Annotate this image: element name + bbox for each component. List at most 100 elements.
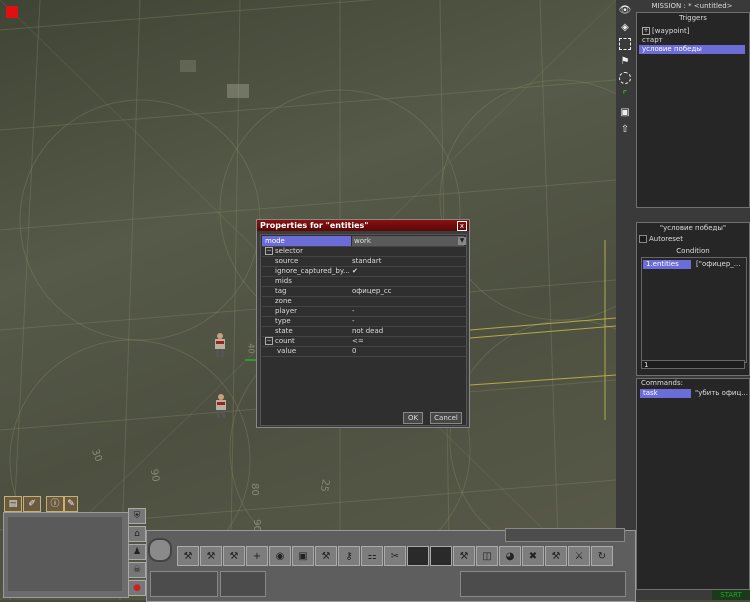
commands-box: Commands: task "убить офиц... — [636, 378, 750, 590]
pliers-icon[interactable]: ⚒ — [453, 546, 475, 566]
plus-icon[interactable]: + — [246, 546, 268, 566]
autoreset-row[interactable]: Autoreset — [639, 235, 683, 244]
command-key[interactable]: task — [640, 389, 691, 398]
triggers-title: Triggers — [679, 14, 707, 22]
condition-row[interactable]: 1.entities ["офицер_... — [643, 260, 745, 269]
property-grid: mode work ▼ − selector source standart i… — [260, 234, 467, 426]
property-key: selector — [275, 247, 303, 255]
signpost-icon[interactable]: ⚏ — [361, 546, 383, 566]
trigger-item[interactable]: + [waypoint] — [639, 27, 745, 36]
brush-tool-icon[interactable]: ✐ — [23, 496, 41, 512]
crossed-tools-icon[interactable]: ✖ — [522, 546, 544, 566]
empty-slot[interactable] — [430, 546, 452, 566]
select-area-icon[interactable] — [618, 37, 632, 51]
truck-icon[interactable]: ▣ — [292, 546, 314, 566]
property-key: state — [275, 327, 293, 335]
property-value[interactable]: офицер_сс — [352, 286, 392, 296]
map-marker-icon — [6, 6, 18, 18]
soldier-unit-2[interactable] — [214, 394, 228, 418]
property-key: mids — [275, 277, 292, 285]
property-value[interactable]: - — [352, 316, 355, 326]
property-value[interactable]: 0 — [352, 346, 356, 356]
flag-icon[interactable]: ⚑ — [618, 54, 632, 68]
barrel-icon[interactable]: ◫ — [476, 546, 498, 566]
eraser-icon[interactable]: ◈ — [618, 20, 632, 34]
property-value[interactable]: - — [352, 306, 355, 316]
trigger-item[interactable]: старт — [639, 36, 745, 45]
command-row[interactable]: task "убить офиц... — [640, 389, 749, 398]
rotate-knob[interactable] — [148, 538, 172, 562]
expand-icon[interactable]: + — [642, 27, 650, 35]
autoreset-label: Autoreset — [649, 235, 683, 243]
property-key: type — [275, 317, 291, 325]
property-value[interactable]: not dead — [352, 326, 383, 336]
crossed-weapons-icon[interactable]: ⚔ — [568, 546, 590, 566]
scale-label: 90 — [147, 468, 161, 483]
property-row-value[interactable]: value 0 — [262, 346, 467, 357]
top-right-tab[interactable] — [505, 528, 625, 542]
arrow-up-icon[interactable]: ⇧ — [618, 122, 632, 136]
collapse-icon[interactable]: − — [265, 247, 273, 255]
property-key: zone — [275, 297, 292, 305]
property-key: value — [277, 347, 297, 355]
mission-header: MISSION : * <untitled> — [636, 2, 748, 11]
helmet-icon[interactable]: ◕ — [499, 546, 521, 566]
condition-key[interactable]: 1.entities — [643, 260, 691, 269]
property-key: mode — [262, 236, 351, 246]
close-icon[interactable]: x — [457, 221, 467, 231]
condition-value[interactable]: ["офицер_... — [693, 260, 748, 269]
condition-list[interactable]: 1.entities ["офицер_... — [641, 257, 747, 363]
cancel-button[interactable]: Cancel — [430, 412, 462, 424]
ok-button[interactable]: OK — [403, 412, 423, 424]
axe-icon[interactable]: ⚒ — [545, 546, 567, 566]
properties-dialog: Properties for "entities" x mode work ▼ … — [256, 219, 470, 428]
status-field-2 — [220, 571, 266, 597]
wrench-icon[interactable]: ⚒ — [177, 546, 199, 566]
dialog-title[interactable]: Properties for "entities" — [257, 220, 469, 231]
check-icon[interactable]: ✔ — [352, 266, 358, 276]
tools-icon[interactable]: ⚒ — [315, 546, 337, 566]
property-key: tag — [275, 287, 287, 295]
camera-icon[interactable]: ▣ — [618, 105, 632, 119]
empty-slot[interactable] — [407, 546, 429, 566]
condition-title: Condition — [676, 247, 710, 255]
pen-tool-icon[interactable]: ✎ — [64, 496, 78, 512]
commands-title: Commands: — [641, 379, 683, 387]
start-button[interactable]: START — [712, 590, 750, 600]
condition-input[interactable]: 1 — [641, 360, 745, 369]
circle-zone-icon[interactable] — [618, 71, 632, 85]
mode-select[interactable]: work — [352, 236, 464, 246]
minimap[interactable] — [8, 517, 122, 591]
house-icon[interactable]: ⌂ — [128, 526, 146, 542]
top-left-button-group: ▤ ✐ ⓘ ✎ — [4, 496, 78, 512]
path-icon[interactable]: ⌜ — [618, 88, 632, 102]
cycle-icon[interactable]: ↻ — [591, 546, 613, 566]
triggers-list[interactable]: + [waypoint] старт условие победы — [639, 27, 745, 54]
key-icon[interactable]: ⚷ — [338, 546, 360, 566]
scissors-icon[interactable]: ✂ — [384, 546, 406, 566]
soldier-unit-1[interactable] — [213, 333, 227, 357]
chevron-down-icon[interactable]: ▼ — [458, 237, 466, 245]
eye-tool-icon[interactable]: ◉ — [269, 546, 291, 566]
property-value[interactable]: <= — [352, 336, 364, 346]
status-field-3 — [460, 571, 626, 597]
skull-icon[interactable]: ☠ — [128, 562, 146, 578]
side-button-column: ⛨ ⌂ ♟ ☠ ● — [128, 506, 146, 598]
trigger-item-selected[interactable]: условие победы — [639, 45, 745, 54]
shield-icon[interactable]: ⛨ — [128, 508, 146, 524]
hammer-icon[interactable]: ⚒ — [200, 546, 222, 566]
scale-label: 25 — [317, 478, 331, 493]
mission-name: * <untitled> — [688, 2, 733, 10]
autoreset-checkbox[interactable] — [639, 235, 647, 243]
spanner-icon[interactable]: ⚒ — [223, 546, 245, 566]
info-tool-icon[interactable]: ⓘ — [46, 496, 64, 512]
property-value[interactable]: standart — [352, 256, 381, 266]
collapse-icon[interactable]: − — [265, 337, 273, 345]
scale-label: 80 — [248, 483, 260, 496]
right-panel: MISSION : * <untitled> Triggers + [waypoi… — [616, 0, 750, 600]
terrain-tool-icon[interactable]: ▤ — [4, 496, 22, 512]
soldier-icon[interactable]: ♟ — [128, 544, 146, 560]
command-value[interactable]: "убить офиц... — [692, 389, 749, 398]
eye-icon[interactable]: 👁 — [618, 3, 632, 17]
players-icon[interactable]: ● — [128, 580, 146, 596]
